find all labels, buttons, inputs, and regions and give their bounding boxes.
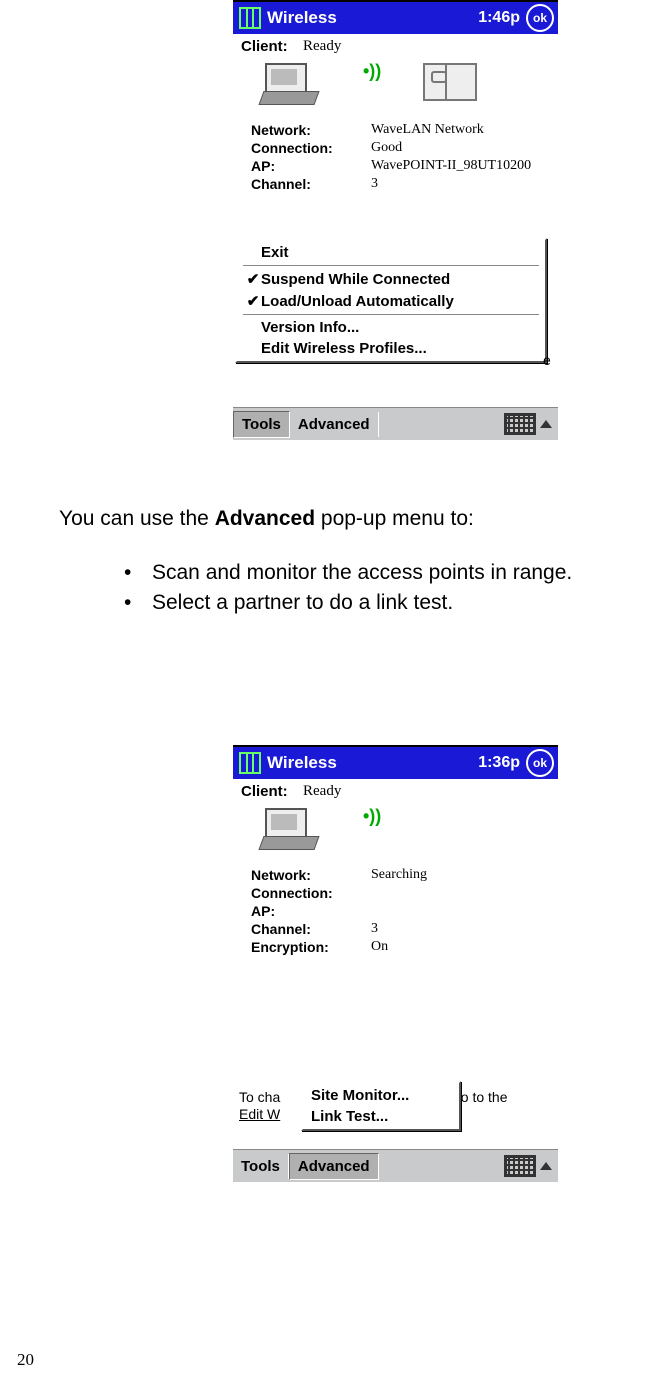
page-number: 20	[17, 1350, 34, 1370]
menu-separator	[243, 314, 539, 315]
client-status: Ready	[303, 783, 341, 800]
clock: 1:46p	[478, 9, 520, 27]
ap-label: AP:	[251, 903, 371, 919]
menu-label: Site Monitor...	[311, 1087, 409, 1104]
network-value: WaveLAN Network	[371, 122, 484, 138]
partially-obscured-text: go to the	[453, 1089, 508, 1105]
advanced-button[interactable]: Advanced	[290, 412, 379, 437]
bottom-toolbar: Tools Advanced	[233, 1149, 558, 1182]
bottom-toolbar: Tools Advanced	[233, 407, 558, 440]
network-value: Searching	[371, 867, 427, 883]
screenshot-tools-menu: Wireless 1:46p ok Client: Ready •)) Netw…	[233, 0, 558, 440]
client-status-row: Client: Ready	[233, 779, 558, 802]
up-arrow-icon[interactable]	[540, 420, 552, 428]
list-text: Select a partner to do a link test.	[152, 588, 453, 618]
channel-label: Channel:	[251, 176, 371, 192]
connection-value: Good	[371, 140, 402, 156]
channel-value: 3	[371, 176, 378, 192]
channel-label: Channel:	[251, 921, 371, 937]
bold-text: Advanced	[215, 507, 315, 530]
truncated-text: e	[543, 352, 551, 368]
laptop-icon	[261, 63, 315, 103]
tools-button[interactable]: Tools	[233, 411, 290, 438]
signal-icon: •))	[363, 61, 381, 82]
check-icon: ✔	[245, 292, 261, 310]
partially-obscured-text: To cha Edit W	[239, 1089, 280, 1123]
menu-label: Suspend While Connected	[261, 271, 450, 288]
title-bar: Wireless 1:36p ok	[233, 747, 558, 779]
access-point-icon	[423, 63, 477, 101]
tools-button[interactable]: Tools	[233, 1154, 289, 1179]
connection-info: Network:WaveLAN Network Connection:Good …	[233, 121, 558, 193]
network-label: Network:	[251, 867, 371, 883]
app-window-icon	[239, 752, 261, 774]
up-arrow-icon[interactable]	[540, 1162, 552, 1170]
screenshot-advanced-menu: Wireless 1:36p ok Client: Ready •)) Netw…	[233, 745, 558, 1182]
menu-version-info[interactable]: Version Info...	[241, 317, 541, 338]
app-title: Wireless	[267, 753, 478, 773]
advanced-popup-menu: Site Monitor... Link Test...	[301, 1081, 461, 1131]
bullet-icon: •	[124, 558, 152, 588]
connection-label: Connection:	[251, 885, 371, 901]
menu-link-test[interactable]: Link Test...	[307, 1106, 455, 1127]
tools-popup-menu: Exit ✔Suspend While Connected ✔Load/Unlo…	[235, 238, 547, 363]
ap-label: AP:	[251, 158, 371, 174]
menu-load-unload-automatically[interactable]: ✔Load/Unload Automatically	[241, 290, 541, 312]
paragraph: You can use the Advanced pop-up menu to:	[59, 506, 474, 532]
signal-icon: •))	[363, 806, 381, 827]
encryption-label: Encryption:	[251, 939, 371, 955]
client-label: Client:	[241, 783, 303, 800]
menu-label: Version Info...	[261, 319, 359, 336]
encryption-value: On	[371, 939, 388, 955]
check-icon: ✔	[245, 270, 261, 288]
text: pop-up menu to:	[315, 507, 474, 530]
client-label: Client:	[241, 38, 303, 55]
advanced-button[interactable]: Advanced	[289, 1153, 379, 1180]
client-status-row: Client: Ready	[233, 34, 558, 57]
network-label: Network:	[251, 122, 371, 138]
ok-button[interactable]: ok	[526, 4, 554, 32]
menu-exit[interactable]: Exit	[241, 242, 541, 263]
ok-button[interactable]: ok	[526, 749, 554, 777]
list-item: •Select a partner to do a link test.	[124, 588, 572, 618]
client-status: Ready	[303, 38, 341, 55]
title-bar: Wireless 1:46p ok	[233, 2, 558, 34]
diagram-row: •))	[233, 802, 558, 866]
clock: 1:36p	[478, 754, 520, 772]
menu-site-monitor[interactable]: Site Monitor...	[307, 1085, 455, 1106]
text-line-underlined: Edit W	[239, 1106, 280, 1123]
menu-separator	[243, 265, 539, 266]
diagram-row: •))	[233, 57, 558, 121]
menu-label: Exit	[261, 244, 289, 261]
app-window-icon	[239, 7, 261, 29]
laptop-icon	[261, 808, 315, 848]
keyboard-icon[interactable]	[504, 1155, 536, 1177]
menu-edit-wireless-profiles[interactable]: Edit Wireless Profiles...	[241, 338, 541, 359]
menu-label: Load/Unload Automatically	[261, 293, 454, 310]
document-page: Wireless 1:46p ok Client: Ready •)) Netw…	[0, 0, 666, 1379]
menu-label: Edit Wireless Profiles...	[261, 340, 427, 357]
text-line: To cha	[239, 1089, 280, 1106]
menu-suspend-while-connected[interactable]: ✔Suspend While Connected	[241, 268, 541, 290]
bullet-icon: •	[124, 588, 152, 618]
connection-info: Network:Searching Connection: AP: Channe…	[233, 866, 558, 956]
list-text: Scan and monitor the access points in ra…	[152, 558, 572, 588]
menu-label: Link Test...	[311, 1108, 388, 1125]
connection-label: Connection:	[251, 140, 371, 156]
ap-value: WavePOINT-II_98UT10200	[371, 158, 531, 174]
keyboard-icon[interactable]	[504, 413, 536, 435]
app-title: Wireless	[267, 8, 478, 28]
channel-value: 3	[371, 921, 378, 937]
bullet-list: •Scan and monitor the access points in r…	[124, 558, 572, 618]
list-item: •Scan and monitor the access points in r…	[124, 558, 572, 588]
text: You can use the	[59, 507, 215, 530]
